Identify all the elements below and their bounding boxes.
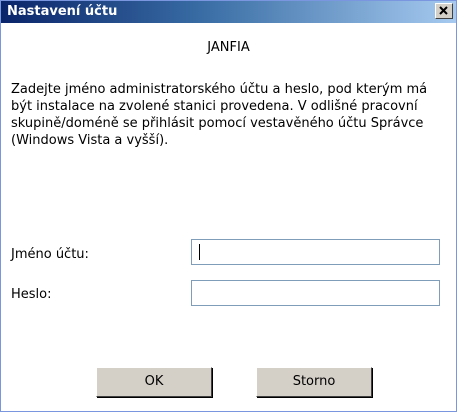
instructions-text: Zadejte jméno administratorského účtu a … — [11, 82, 428, 148]
text-caret — [199, 244, 200, 260]
account-settings-dialog: Nastavení účtu JANFIA Zadejte jméno admi… — [0, 0, 457, 412]
client-name: JANFIA — [207, 40, 250, 55]
title-bar[interactable]: Nastavení účtu — [1, 1, 456, 23]
close-icon — [439, 6, 448, 15]
ok-button[interactable]: OK — [96, 367, 212, 397]
username-input[interactable] — [191, 239, 440, 265]
close-button[interactable] — [435, 3, 453, 19]
username-label: Jméno účtu: — [11, 247, 89, 262]
password-input[interactable] — [191, 280, 440, 306]
window-title: Nastavení účtu — [7, 4, 118, 19]
password-label: Heslo: — [11, 287, 52, 302]
cancel-button[interactable]: Storno — [256, 367, 372, 397]
